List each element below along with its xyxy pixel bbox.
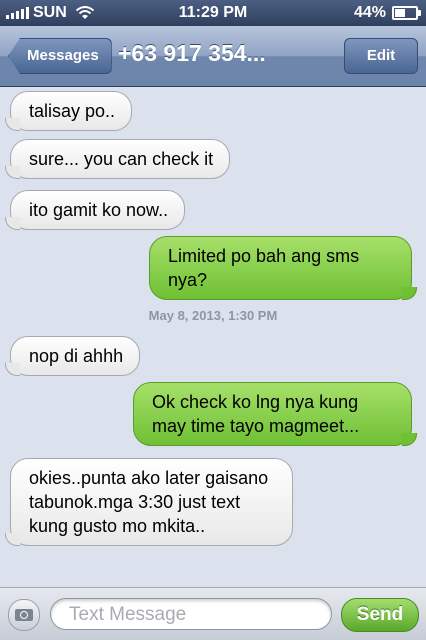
- message-bubble-incoming[interactable]: ito gamit ko now..: [4, 190, 186, 230]
- camera-icon[interactable]: [8, 599, 40, 631]
- battery-group: 44%: [353, 4, 421, 22]
- battery-icon: [392, 6, 421, 20]
- message-bubble-incoming[interactable]: talisay po..: [4, 91, 133, 131]
- conversation-title: +63 917 354...: [118, 40, 266, 66]
- message-bubble-incoming[interactable]: okies..punta ako later gaisano tabunok.m…: [5, 458, 293, 546]
- message-bubble-incoming[interactable]: nop di ahhh: [4, 336, 141, 376]
- message-input[interactable]: Text Message: [50, 598, 332, 630]
- back-button[interactable]: Messages: [8, 38, 112, 74]
- send-button[interactable]: Send: [341, 598, 419, 632]
- battery-fill: [395, 9, 405, 17]
- battery-percent: 44%: [353, 4, 386, 21]
- message-bubble-outgoing[interactable]: Limited po bah ang sms nya?: [149, 236, 417, 300]
- edit-button[interactable]: Edit: [344, 38, 418, 74]
- camera-lens: [20, 611, 28, 619]
- message-timestamp: May 8, 2013, 1:30 PM: [148, 308, 278, 323]
- message-bubble-outgoing[interactable]: Ok check ko lng nya kung may time tayo m…: [133, 382, 417, 446]
- nav-bar: Messages +63 917 354... Edit: [0, 26, 426, 87]
- status-bar: SUN 11:29 PM 44%: [0, 0, 426, 26]
- conversation-area[interactable]: talisay po.. sure... you can check it it…: [0, 87, 426, 587]
- compose-bar: Text Message Send: [0, 587, 426, 640]
- message-bubble-incoming[interactable]: sure... you can check it: [4, 139, 231, 179]
